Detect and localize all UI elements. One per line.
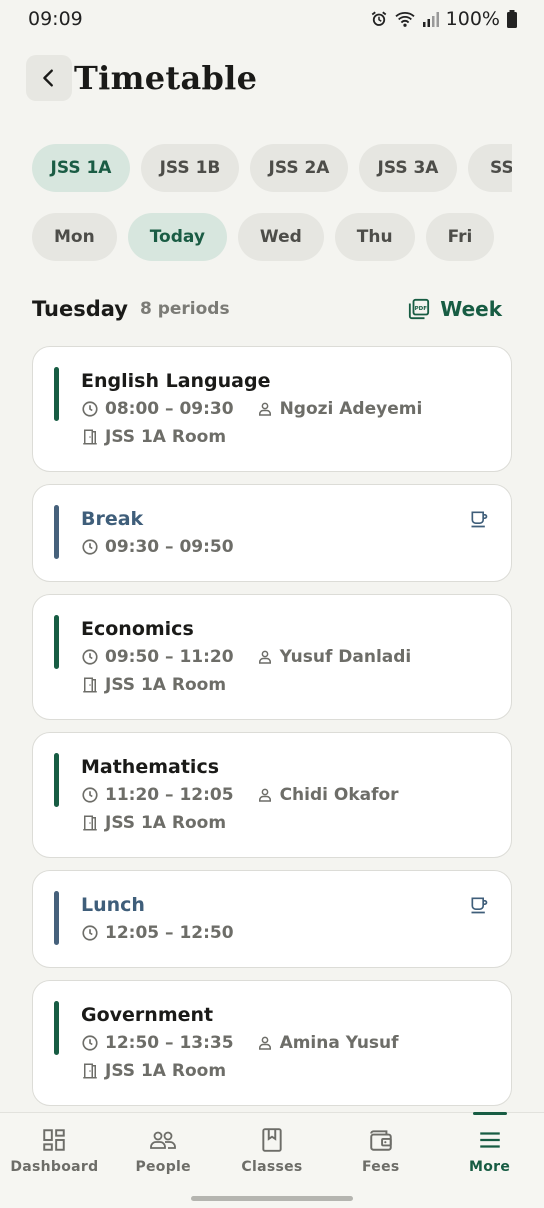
bottom-nav: Dashboard People Classes Fees More — [0, 1112, 544, 1208]
period-time: 09:30 – 09:50 — [105, 537, 234, 557]
book-icon — [262, 1128, 282, 1152]
door-icon — [81, 814, 99, 832]
status-time: 09:09 — [28, 8, 83, 30]
class-chip-jss-2a[interactable]: JSS 2A — [250, 144, 348, 192]
nav-classes-label: Classes — [241, 1159, 303, 1175]
status-bar: 09:09 100% — [0, 0, 544, 38]
class-chip-ss[interactable]: SS — [468, 144, 512, 192]
nav-people[interactable]: People — [109, 1113, 218, 1208]
period-room: JSS 1A Room — [105, 427, 227, 447]
period-subject: Government — [81, 1004, 214, 1026]
day-chip-thu[interactable]: Thu — [334, 213, 415, 261]
period-subject: Lunch — [81, 894, 145, 916]
page-title: Timetable — [74, 59, 258, 97]
period-accent-bar — [54, 367, 59, 421]
break-card[interactable]: Lunch 12:05 – 12:50 — [32, 870, 512, 968]
nav-fees[interactable]: Fees — [326, 1113, 435, 1208]
person-icon — [256, 786, 274, 804]
period-card[interactable]: English Language 08:00 – 09:30 Ngozi Ade… — [32, 346, 512, 472]
clock-icon — [81, 924, 99, 942]
app-header: Timetable — [26, 54, 518, 102]
day-chip-fri[interactable]: Fri — [425, 213, 495, 261]
nav-people-label: People — [135, 1159, 191, 1175]
nav-dashboard-label: Dashboard — [10, 1159, 99, 1175]
person-icon — [256, 400, 274, 418]
period-teacher: Chidi Okafor — [279, 785, 399, 805]
cup-icon — [469, 895, 489, 919]
period-room: JSS 1A Room — [105, 813, 227, 833]
nav-more[interactable]: More — [435, 1112, 544, 1208]
period-list: English Language 08:00 – 09:30 Ngozi Ade… — [32, 346, 512, 1118]
period-teacher: Ngozi Adeyemi — [279, 399, 423, 419]
cup-icon — [469, 509, 489, 533]
period-subject: Mathematics — [81, 756, 220, 778]
signal-icon — [422, 11, 440, 27]
chevron-left-icon — [43, 69, 53, 87]
wallet-icon — [370, 1130, 392, 1151]
period-accent-bar — [54, 753, 59, 807]
alarm-icon — [370, 10, 388, 28]
class-chip-jss-1b[interactable]: JSS 1B — [141, 144, 239, 192]
wifi-icon — [394, 10, 416, 28]
period-card[interactable]: Mathematics 11:20 – 12:05 Chidi Okafor J… — [32, 732, 512, 858]
door-icon — [81, 676, 99, 694]
gesture-bar[interactable] — [191, 1196, 353, 1201]
period-time: 12:05 – 12:50 — [105, 923, 234, 943]
period-accent-bar — [54, 615, 59, 669]
nav-dashboard[interactable]: Dashboard — [0, 1113, 109, 1208]
people-icon — [150, 1131, 177, 1149]
clock-icon — [81, 648, 99, 666]
period-count: 8 periods — [139, 299, 230, 319]
clock-icon — [81, 1034, 99, 1052]
week-label: Week — [440, 297, 502, 321]
period-card[interactable]: Government 12:50 – 13:35 Amina Yusuf JSS… — [32, 980, 512, 1106]
day-chip-mon[interactable]: Mon — [32, 213, 117, 261]
period-time: 09:50 – 11:20 — [105, 647, 234, 667]
period-room: JSS 1A Room — [105, 1061, 227, 1081]
period-card[interactable]: Economics 09:50 – 11:20 Yusuf Danladi JS… — [32, 594, 512, 720]
day-chip-today[interactable]: Today — [127, 213, 227, 261]
period-subject: Economics — [81, 618, 194, 640]
class-selector: JSS 1A JSS 1B JSS 2A JSS 3A SS — [32, 144, 512, 192]
period-time: 08:00 – 09:30 — [105, 399, 234, 419]
pdf-icon: PDF — [409, 298, 430, 320]
day-name: Tuesday — [32, 297, 128, 321]
period-subject: Break — [81, 508, 144, 530]
day-header: Tuesday 8 periods PDF Week — [32, 292, 502, 326]
back-button[interactable] — [26, 55, 72, 101]
period-time: 12:50 – 13:35 — [105, 1033, 234, 1053]
svg-text:PDF: PDF — [415, 306, 428, 312]
clock-icon — [81, 538, 99, 556]
period-accent-bar — [54, 1001, 59, 1055]
day-selector: Mon Today Wed Thu Fri — [32, 213, 512, 261]
nav-fees-label: Fees — [362, 1159, 400, 1175]
day-chip-wed[interactable]: Wed — [237, 213, 324, 261]
battery-label: 100% — [445, 8, 500, 30]
period-teacher: Amina Yusuf — [279, 1033, 399, 1053]
person-icon — [256, 1034, 274, 1052]
dashboard-icon — [43, 1129, 66, 1151]
period-time: 11:20 – 12:05 — [105, 785, 234, 805]
period-teacher: Yusuf Danladi — [279, 647, 412, 667]
clock-icon — [81, 786, 99, 804]
period-accent-bar — [54, 891, 59, 945]
door-icon — [81, 428, 99, 446]
nav-classes[interactable]: Classes — [218, 1113, 327, 1208]
break-card[interactable]: Break 09:30 – 09:50 — [32, 484, 512, 582]
class-chip-jss-1a[interactable]: JSS 1A — [32, 144, 130, 192]
week-pdf-button[interactable]: PDF Week — [408, 297, 502, 321]
battery-icon — [506, 10, 518, 28]
door-icon — [81, 1062, 99, 1080]
person-icon — [256, 648, 274, 666]
class-chip-jss-3a[interactable]: JSS 3A — [359, 144, 457, 192]
period-subject: English Language — [81, 370, 271, 392]
menu-icon — [479, 1132, 500, 1148]
clock-icon — [81, 400, 99, 418]
period-room: JSS 1A Room — [105, 675, 227, 695]
nav-more-label: More — [469, 1159, 511, 1175]
period-accent-bar — [54, 505, 59, 559]
